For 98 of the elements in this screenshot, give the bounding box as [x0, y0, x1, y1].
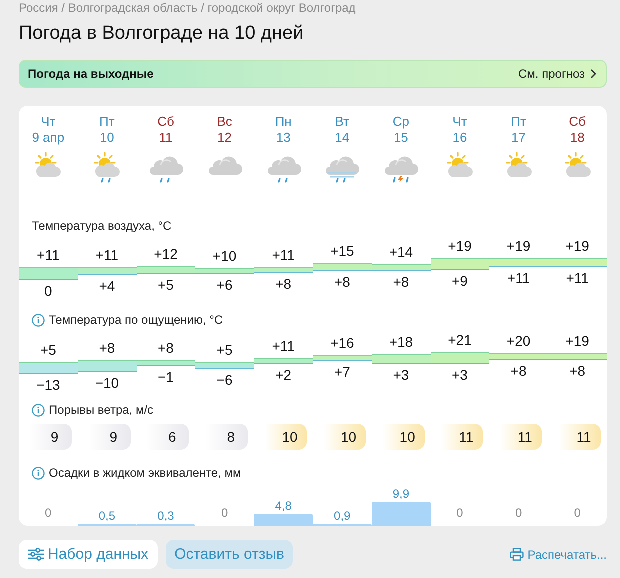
max-temperature: +11 — [94, 247, 120, 264]
max-temperature: +8 — [98, 340, 116, 358]
date-label: 10 — [100, 130, 114, 146]
sliders-icon — [28, 548, 44, 561]
wind-gust-value: 10 — [382, 424, 425, 450]
max-temperature: +18 — [388, 334, 414, 351]
temperature-band — [489, 258, 548, 268]
min-temperature: +11 — [565, 270, 590, 288]
precipitation-value: 9,9 — [392, 487, 411, 502]
max-temperature: +11 — [271, 338, 296, 356]
wind-gust-value: 11 — [441, 424, 484, 450]
max-temperature: +19 — [564, 333, 590, 350]
wind-gust-value: 11 — [500, 424, 542, 450]
max-temperature: +12 — [153, 246, 179, 264]
weekday-label: Пт — [511, 114, 526, 130]
max-temperature: +15 — [330, 242, 356, 260]
date-label: 17 — [512, 130, 526, 146]
min-temperature: 0 — [44, 282, 54, 300]
section-label: Порывы ветра, м/с — [49, 403, 154, 417]
max-temperature: +14 — [388, 244, 414, 261]
wind-gust-value: 10 — [324, 424, 366, 450]
precipitation-value: 0,3 — [156, 509, 176, 524]
forecast-link[interactable]: См. прогноз — [518, 67, 597, 81]
section-label: Температура по ощущению, °C — [49, 313, 224, 327]
weekend-banner[interactable]: Погода на выходные См. прогноз — [19, 60, 607, 88]
precipitation-value: 0 — [573, 506, 582, 521]
date-label: 9 апр — [32, 130, 65, 146]
feedback-button[interactable]: Оставить отзыв — [166, 540, 294, 569]
max-temperature: +19 — [447, 238, 473, 255]
min-temperature: +8 — [568, 363, 587, 380]
info-icon[interactable] — [32, 404, 45, 416]
temperature-band — [548, 258, 607, 268]
max-temperature: +10 — [212, 248, 238, 266]
temperature-band — [312, 262, 372, 271]
date-label: 11 — [159, 130, 173, 146]
min-temperature: −13 — [36, 376, 62, 394]
max-temperature: +11 — [271, 247, 296, 264]
section-label: Осадки в жидком эквиваленте, мм — [49, 466, 242, 480]
precipitation-value: 0 — [456, 506, 464, 521]
min-temperature: +5 — [157, 277, 175, 294]
min-temperature: −10 — [94, 375, 120, 392]
info-icon[interactable] — [32, 314, 45, 326]
weekday-label: Вс — [217, 114, 232, 130]
min-temperature: +8 — [333, 274, 352, 291]
max-temperature: +5 — [216, 342, 234, 360]
min-temperature: +8 — [392, 274, 410, 291]
date-label: 12 — [218, 130, 232, 146]
breadcrumb[interactable]: Россия / Волгоградская область / городской округ Волгоград — [19, 0, 607, 16]
date-label: 15 — [394, 130, 408, 146]
page-title: Погода в Волгограде на 10 дней — [19, 22, 305, 46]
max-temperature: +8 — [157, 340, 175, 358]
printer-icon — [510, 548, 524, 561]
precipitation-value: 0,9 — [333, 508, 352, 524]
precipitation-value: 0 — [44, 506, 53, 521]
date-label: 16 — [452, 130, 468, 146]
max-temperature: +21 — [447, 332, 473, 349]
max-temperature: +5 — [39, 342, 58, 360]
section-label: Температура воздуха, °C — [32, 219, 172, 233]
min-temperature: +3 — [392, 366, 410, 384]
min-temperature: +8 — [274, 276, 293, 294]
min-temperature: +8 — [510, 363, 528, 380]
date-label: 13 — [276, 130, 291, 146]
min-temperature: +11 — [506, 270, 532, 288]
weekday-label: Чт — [41, 114, 56, 130]
precipitation-value: 0,5 — [98, 509, 117, 524]
min-temperature: +9 — [451, 272, 469, 290]
max-temperature: +20 — [506, 332, 532, 350]
min-temperature: +3 — [451, 366, 469, 384]
precipitation-value: 0 — [514, 506, 524, 521]
weekday-label: Ср — [392, 114, 410, 130]
max-temperature: +16 — [330, 335, 356, 352]
min-temperature: −6 — [216, 372, 234, 390]
weekday-label: Сб — [158, 114, 174, 130]
chevron-icon — [590, 69, 597, 79]
temperature-band — [19, 362, 78, 374]
banner-title: Погода на выходные — [28, 67, 154, 81]
min-temperature: +7 — [333, 364, 352, 382]
wind-gust-value: 10 — [264, 424, 307, 450]
min-temperature: +4 — [98, 278, 116, 296]
date-label: 18 — [570, 130, 585, 146]
weekday-label: Сб — [569, 114, 586, 130]
max-temperature: +19 — [564, 238, 590, 255]
min-temperature: −1 — [157, 369, 175, 386]
weekday-label: Пт — [100, 114, 115, 130]
weekday-label: Пн — [275, 114, 292, 130]
date-label: 14 — [335, 130, 350, 146]
min-temperature: +2 — [274, 367, 293, 384]
precipitation-value: 0 — [220, 506, 230, 521]
max-temperature: +19 — [506, 238, 532, 255]
dataset-button[interactable]: Набор данных — [19, 540, 158, 569]
print-link[interactable]: Распечатать... — [510, 548, 607, 562]
weekday-label: Чт — [452, 114, 468, 130]
min-temperature: +6 — [216, 277, 234, 294]
max-temperature: +11 — [36, 247, 61, 264]
precipitation-value: 4,8 — [274, 499, 293, 514]
weekday-label: Вт — [335, 114, 350, 130]
wind-gust-value: 11 — [558, 424, 601, 450]
info-icon[interactable] — [32, 466, 45, 480]
